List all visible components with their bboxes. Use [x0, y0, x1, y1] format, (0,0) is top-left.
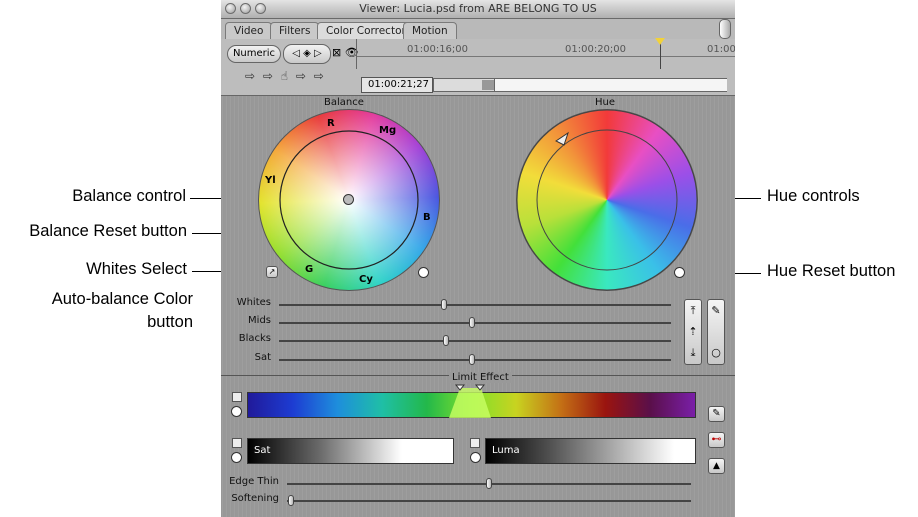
- tab-motion[interactable]: Motion: [403, 22, 457, 39]
- tab-video[interactable]: Video: [225, 22, 273, 39]
- callout-hue-reset: Hue Reset button: [767, 262, 896, 280]
- slider-label-blacks: Blacks: [238, 333, 271, 344]
- select-white-button[interactable]: ⤒ ⇡ ⤓: [684, 299, 702, 365]
- current-timecode[interactable]: 01:00:21;27: [361, 77, 433, 93]
- edge-thin-label: Edge Thin: [229, 476, 279, 487]
- softening-slider[interactable]: [287, 500, 691, 502]
- balance-label-b: B: [423, 212, 431, 223]
- limit-eyedropper-button[interactable]: ✎: [708, 406, 725, 422]
- tab-bar: Video Filters Color Corrector Motion: [221, 19, 735, 39]
- sat-range-bar[interactable]: Sat: [247, 438, 454, 464]
- slider-label-whites: Whites: [236, 297, 271, 308]
- balance-label-yl: Yl: [265, 175, 276, 186]
- blacks-slider-knob[interactable]: [443, 335, 449, 346]
- sat-slider-knob[interactable]: [469, 354, 475, 365]
- ruler-timecode: 01:00:20;00: [565, 44, 627, 55]
- slider-label-mids: Mids: [248, 315, 271, 326]
- zoom-scrollbar[interactable]: [433, 78, 727, 92]
- balance-label-g: G: [305, 264, 314, 275]
- tab-filters[interactable]: Filters: [270, 22, 320, 39]
- limit-luma-enable[interactable]: [470, 438, 480, 448]
- wheels-svg: [258, 109, 698, 291]
- whites-slider[interactable]: [279, 304, 671, 306]
- callout-hue-controls: Hue controls: [767, 187, 860, 205]
- sat-slider[interactable]: [279, 359, 671, 361]
- blacks-slider[interactable]: [279, 340, 671, 342]
- ruler-timecode: 01:00:16;00: [407, 44, 469, 55]
- control-row: Numeric ◁ ◈ ▷ ⊠ 👁 01:00:16;00 01:00:20;0…: [221, 38, 735, 96]
- tab-color-corrector[interactable]: Color Corrector: [317, 22, 415, 39]
- mids-slider-knob[interactable]: [469, 317, 475, 328]
- transport-controls[interactable]: ⇨ ⇨ ☝ ⇨ ⇨: [245, 69, 326, 83]
- timeline-ruler[interactable]: 01:00:16;00 01:00:20;00 01:00: [356, 38, 735, 69]
- limit-sat-enable[interactable]: [232, 438, 242, 448]
- visibility-toggle-icon[interactable]: ⊠ 👁: [332, 46, 359, 59]
- edge-thin-knob[interactable]: [486, 478, 492, 489]
- playhead-marker-icon[interactable]: [655, 38, 665, 45]
- balance-reset-button[interactable]: [418, 267, 429, 278]
- color-corrector-panel: Balance Hue R Mg Yl B G Cy ↗ Whites Mids…: [221, 96, 735, 517]
- hue-wheel[interactable]: [516, 109, 698, 291]
- eyedropper-button[interactable]: ✎ ○: [707, 299, 725, 365]
- title-bar[interactable]: Viewer: Lucia.psd from ARE BELONG TO US: [221, 0, 735, 19]
- whites-slider-knob[interactable]: [441, 299, 447, 310]
- luma-range-label: Luma: [492, 445, 520, 456]
- balance-puck[interactable]: [343, 194, 354, 205]
- slider-label-sat: Sat: [254, 352, 271, 363]
- callout-auto-balance-1: Auto-balance Color: [51, 290, 193, 308]
- window-title: Viewer: Lucia.psd from ARE BELONG TO US: [359, 2, 597, 15]
- callout-auto-balance-2: button: [147, 313, 193, 331]
- sat-range-label: Sat: [254, 445, 271, 456]
- limit-sat-reset[interactable]: [231, 452, 242, 463]
- hue-reset-button[interactable]: [674, 267, 685, 278]
- matte-view-button[interactable]: ▲: [708, 458, 725, 474]
- balance-label-cy: Cy: [359, 274, 373, 285]
- viewer-window: Viewer: Lucia.psd from ARE BELONG TO US …: [221, 0, 735, 517]
- luma-range-bar[interactable]: Luma: [485, 438, 696, 464]
- numeric-button[interactable]: Numeric: [227, 45, 281, 63]
- limit-luma-reset[interactable]: [470, 452, 481, 463]
- softening-label: Softening: [231, 493, 279, 504]
- whites-select-button[interactable]: ↗: [266, 266, 278, 278]
- keyframe-nav-button[interactable]: ◁ ◈ ▷: [283, 44, 331, 64]
- callout-balance-reset: Balance Reset button: [29, 222, 187, 240]
- callout-balance-control: Balance control: [72, 187, 186, 205]
- softening-knob[interactable]: [288, 495, 294, 506]
- scroll-handle[interactable]: [719, 19, 731, 39]
- ruler-timecode: 01:00: [707, 44, 735, 55]
- balance-label-mg: Mg: [379, 125, 397, 136]
- mids-slider[interactable]: [279, 322, 671, 324]
- callout-whites-select: Whites Select: [86, 260, 187, 278]
- key-button[interactable]: ⊷: [708, 432, 725, 448]
- hue-range-handles[interactable]: [221, 381, 735, 421]
- balance-label-r: R: [327, 118, 335, 129]
